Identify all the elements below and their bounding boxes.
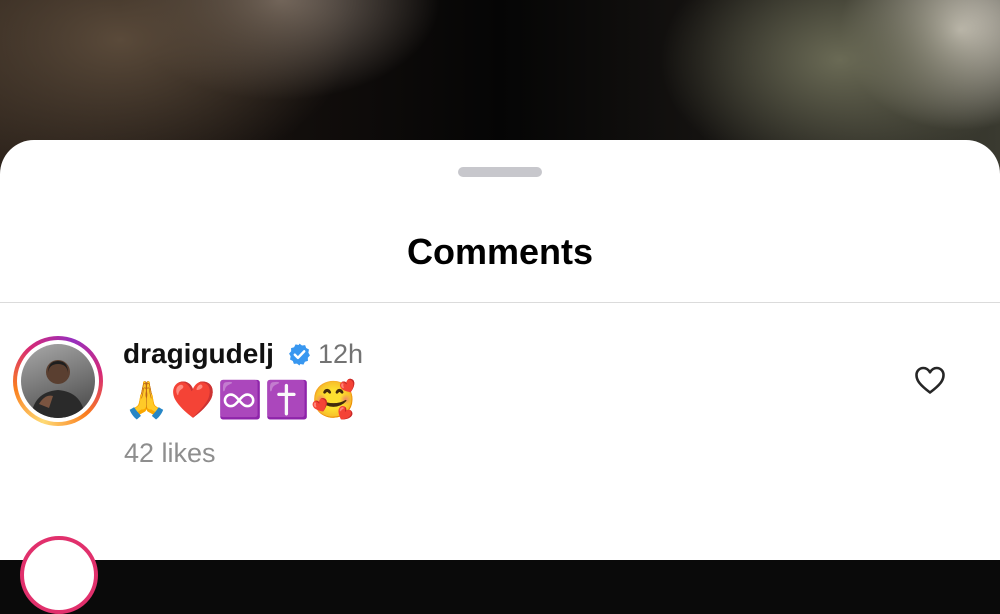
comment-username[interactable]: dragigudelj xyxy=(123,337,274,371)
sheet-title: Comments xyxy=(406,231,594,272)
person-silhouette-icon xyxy=(31,360,85,418)
avatar[interactable] xyxy=(13,336,103,426)
next-comment-avatar[interactable] xyxy=(20,536,98,614)
verified-badge-icon xyxy=(289,343,310,366)
heart-outline-icon[interactable] xyxy=(914,365,946,395)
comment-timestamp: 12h xyxy=(318,339,364,369)
comment-text: 🙏❤️♾️✝️🥰 xyxy=(124,380,359,421)
avatar-photo xyxy=(21,344,95,418)
divider xyxy=(0,302,1000,303)
drag-handle[interactable] xyxy=(458,167,542,177)
comments-sheet: Comments dragigudelj 12h 🙏❤️♾️✝️🥰 42 lik… xyxy=(0,140,1000,614)
comment-likes-count[interactable]: 42 likes xyxy=(124,436,216,470)
